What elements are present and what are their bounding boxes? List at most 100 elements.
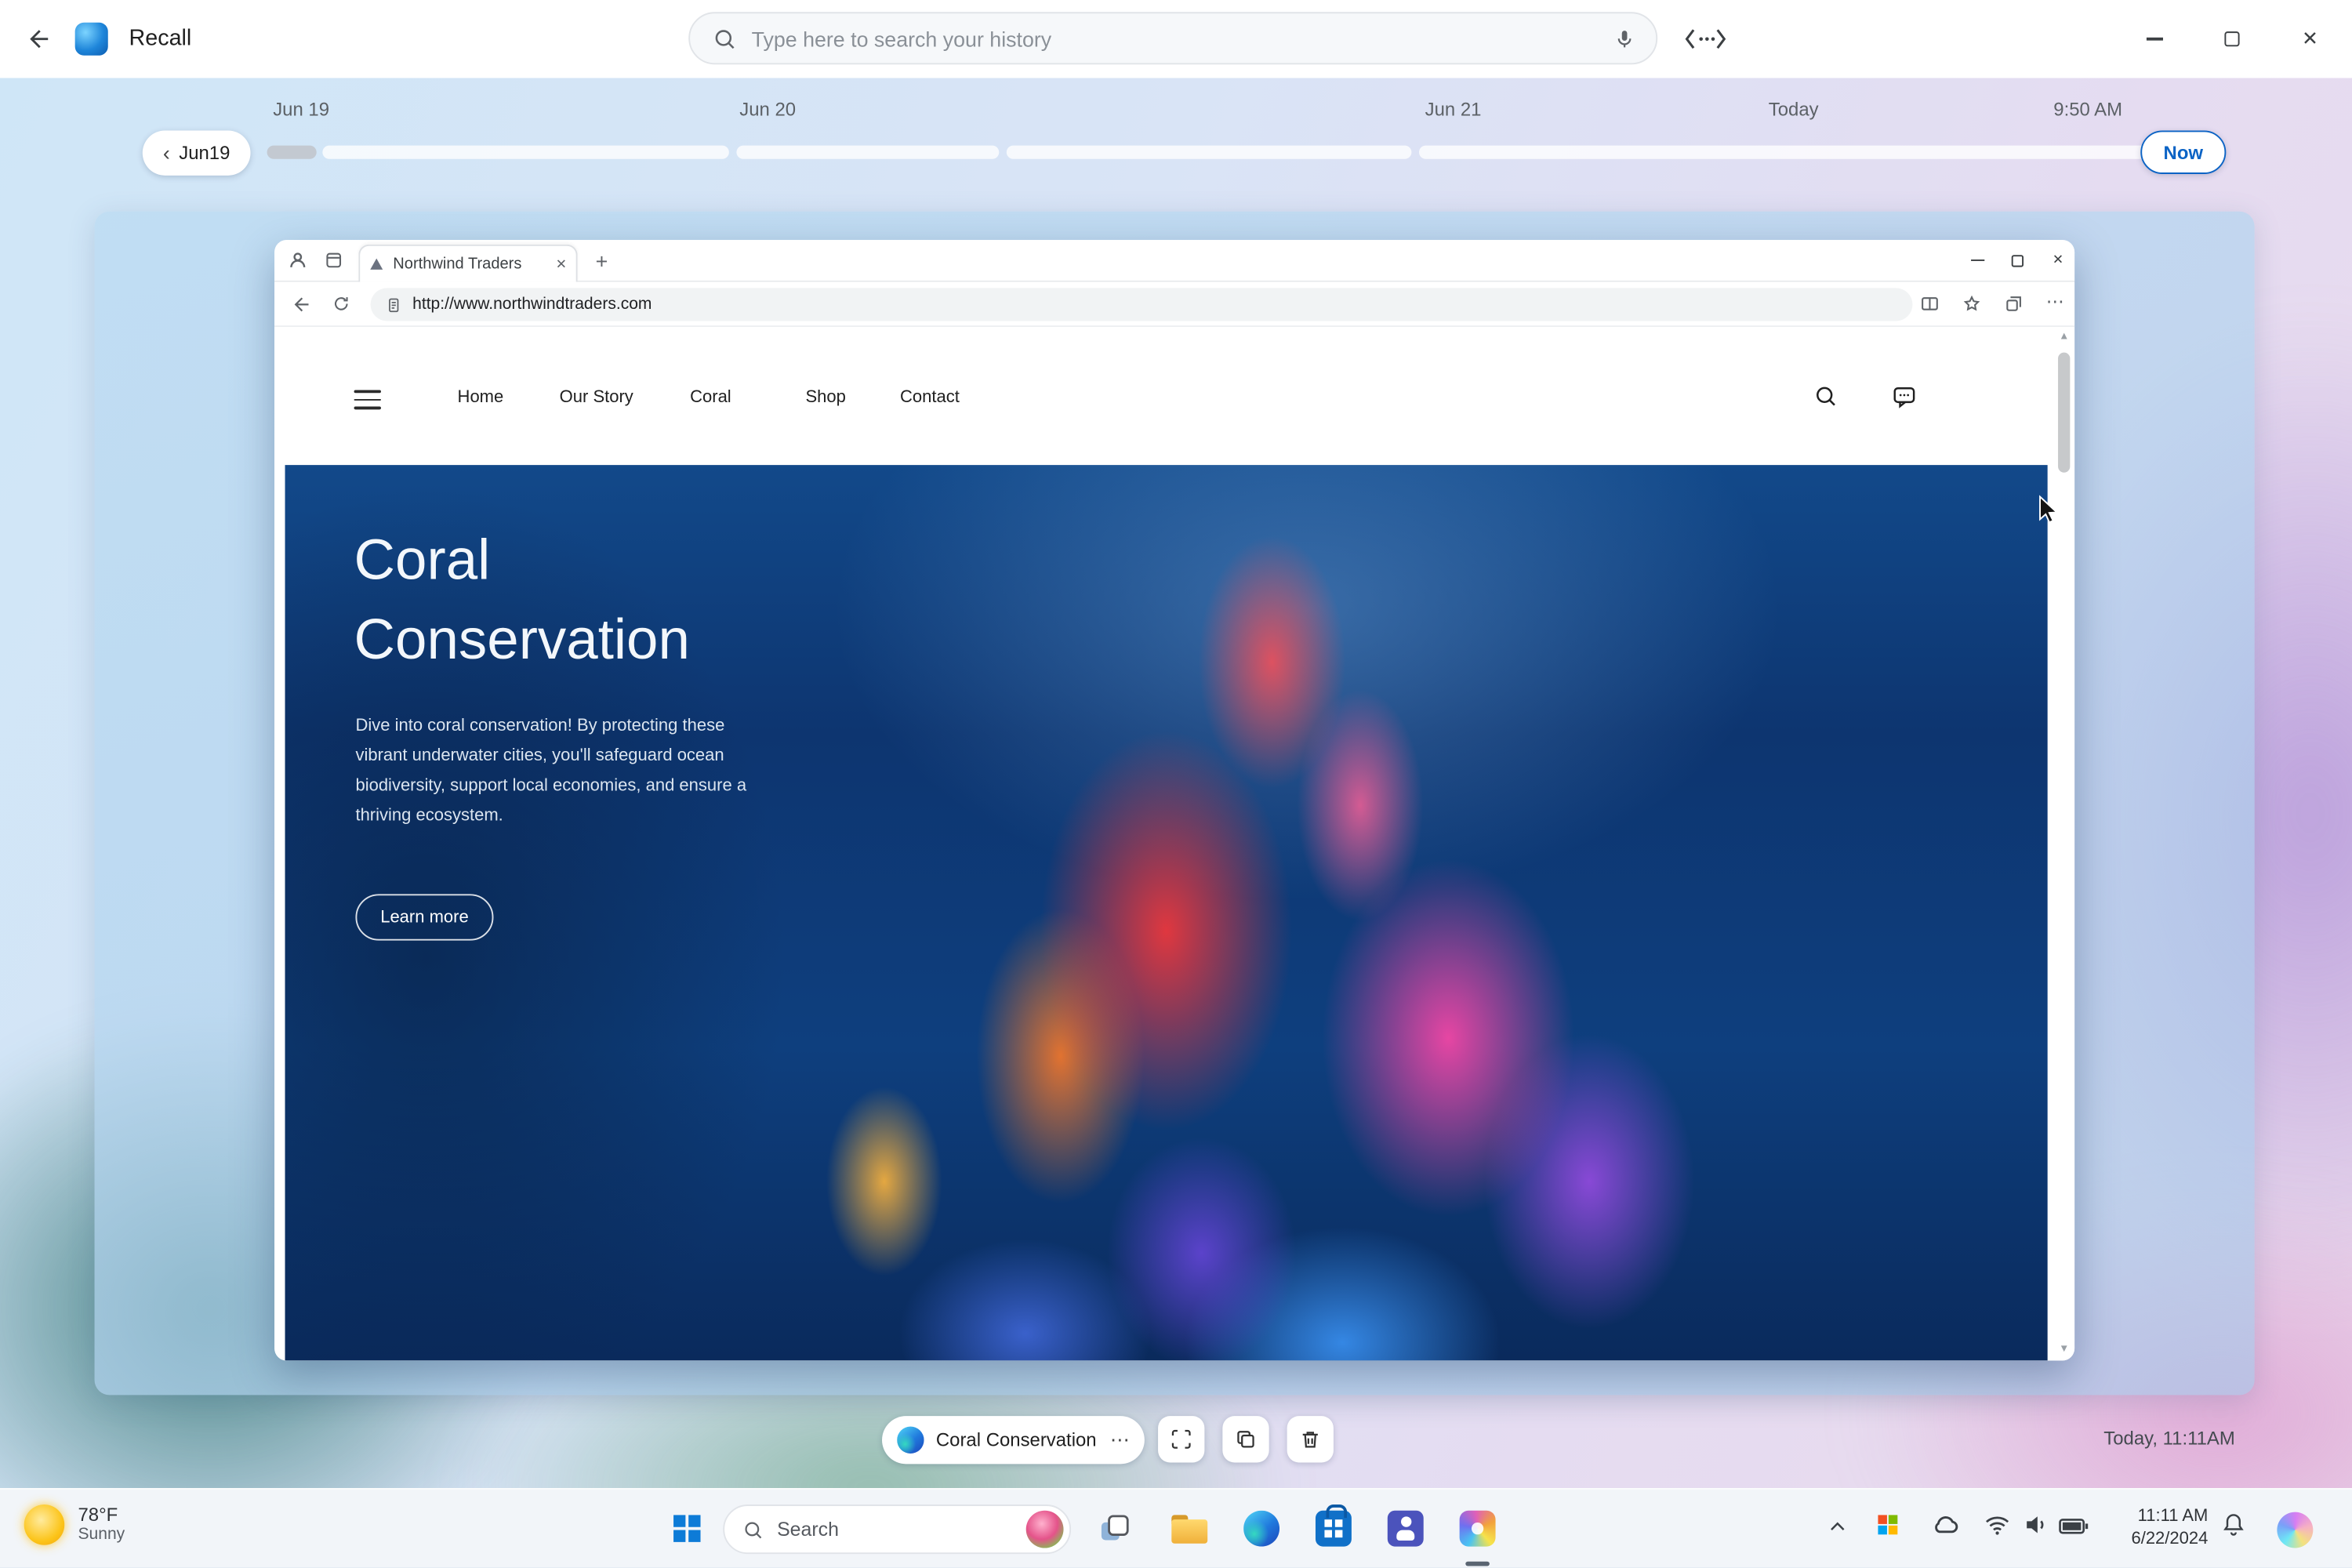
- url-text: http://www.northwindtraders.com: [412, 296, 652, 314]
- page-scrollbar[interactable]: ▲ ▼: [2055, 332, 2073, 1355]
- snapshot-source-pill[interactable]: Coral Conservation ⋯: [882, 1416, 1145, 1464]
- tab-actions-icon[interactable]: [324, 251, 343, 270]
- file-explorer-button[interactable]: [1160, 1498, 1220, 1559]
- browser-tab[interactable]: Northwind Traders ✕: [358, 245, 577, 282]
- profile-icon[interactable]: [286, 249, 309, 272]
- browser-settings-icon[interactable]: ⋯: [2046, 291, 2064, 312]
- nav-shop[interactable]: Shop: [805, 389, 845, 407]
- browser-back-icon[interactable]: [291, 294, 312, 315]
- search-input[interactable]: [752, 26, 1614, 50]
- page-info-icon[interactable]: [386, 296, 402, 313]
- timeline-now-button[interactable]: Now: [2140, 130, 2226, 173]
- window-maximize-button[interactable]: [2198, 0, 2267, 78]
- recall-app-button[interactable]: [1447, 1498, 1508, 1559]
- tab-close-icon[interactable]: ✕: [556, 256, 567, 272]
- hero-banner: Coral Conservation Dive into coral conse…: [285, 465, 2048, 1360]
- nav-contact[interactable]: Contact: [900, 389, 960, 407]
- edge-browser-window: Northwind Traders ✕ + ✕: [274, 240, 2074, 1360]
- edge-icon: [897, 1427, 924, 1454]
- snip-icon: [1170, 1428, 1192, 1450]
- maximize-icon: [2224, 31, 2239, 46]
- timeline-segment[interactable]: [1419, 146, 2161, 159]
- clock-widget[interactable]: 11:11 AM 6/22/2024: [2103, 1506, 2208, 1551]
- learn-more-button[interactable]: Learn more: [355, 894, 493, 940]
- browser-close-button[interactable]: ✕: [2037, 240, 2079, 281]
- browser-tab-strip: Northwind Traders ✕ + ✕: [274, 240, 2074, 282]
- tray-ms-icon[interactable]: [1878, 1515, 1897, 1534]
- copy-button[interactable]: [1222, 1416, 1269, 1462]
- snip-region-button[interactable]: [1158, 1416, 1204, 1462]
- back-button[interactable]: [18, 18, 60, 60]
- browser-minimize-button[interactable]: [1956, 240, 1998, 281]
- timeline-segment[interactable]: [267, 146, 317, 159]
- url-field[interactable]: http://www.northwindtraders.com: [371, 288, 1913, 321]
- start-button[interactable]: [657, 1498, 717, 1559]
- window-close-button[interactable]: ✕: [2275, 0, 2344, 78]
- favorites-star-icon[interactable]: [1962, 294, 1982, 314]
- scroll-up-icon[interactable]: ▲: [2055, 332, 2073, 342]
- timeline-date-label: Jun 19: [273, 99, 329, 120]
- recall-top-bar: Recall ✕: [0, 0, 2352, 78]
- wifi-icon[interactable]: [1983, 1511, 2011, 1539]
- minimize-icon: [1970, 260, 1984, 261]
- active-app-indicator: [1465, 1562, 1490, 1566]
- window-minimize-button[interactable]: [2119, 0, 2188, 78]
- taskbar-search-label: Search: [777, 1518, 1026, 1541]
- site-search-icon[interactable]: [1813, 384, 1838, 408]
- onedrive-cloud-icon[interactable]: [1930, 1511, 1960, 1541]
- browser-maximize-button[interactable]: [1997, 240, 2039, 281]
- collections-icon[interactable]: [2004, 294, 2024, 314]
- battery-icon[interactable]: [2058, 1514, 2089, 1540]
- browser-address-bar: http://www.northwindtraders.com ⋯: [274, 282, 2074, 327]
- edge-button[interactable]: [1232, 1498, 1292, 1559]
- chevron-left-icon: ‹: [163, 141, 170, 165]
- teams-button[interactable]: [1375, 1498, 1436, 1559]
- notification-bell-icon[interactable]: [2220, 1511, 2247, 1537]
- history-search-bar[interactable]: [688, 12, 1657, 64]
- scroll-down-icon[interactable]: ▼: [2055, 1344, 2073, 1354]
- volume-icon[interactable]: [2022, 1511, 2050, 1539]
- delete-button[interactable]: [1287, 1416, 1334, 1462]
- clock-date: 6/22/2024: [2103, 1529, 2208, 1552]
- copilot-button[interactable]: [2267, 1501, 2324, 1559]
- store-button[interactable]: [1304, 1498, 1364, 1559]
- taskbar-search-box[interactable]: Search: [723, 1504, 1071, 1554]
- task-view-button[interactable]: [1084, 1498, 1145, 1559]
- browser-refresh-icon[interactable]: [332, 294, 351, 314]
- timeline-segment[interactable]: [1007, 146, 1412, 159]
- split-screen-icon[interactable]: [1920, 294, 1940, 314]
- timeline-segment[interactable]: [736, 146, 999, 159]
- tray-chevron-up-icon[interactable]: [1827, 1516, 1848, 1537]
- search-icon: [742, 1519, 764, 1540]
- snapshot-card[interactable]: Northwind Traders ✕ + ✕: [95, 212, 2255, 1396]
- hero-description: Dive into coral conservation! By protect…: [355, 711, 763, 831]
- copy-icon: [1235, 1428, 1258, 1450]
- edge-icon: [1243, 1511, 1279, 1547]
- search-icon: [713, 26, 737, 50]
- recall-logo-icon: [75, 23, 108, 56]
- task-view-icon: [1098, 1512, 1131, 1545]
- nav-home[interactable]: Home: [458, 389, 504, 407]
- now-label: Now: [2164, 142, 2203, 163]
- taskbar: 78°F Sunny Search: [0, 1488, 2352, 1567]
- timeline-segment[interactable]: [322, 146, 729, 159]
- trash-icon: [1299, 1428, 1322, 1450]
- hamburger-menu-icon[interactable]: [354, 390, 381, 409]
- search-highlight-image[interactable]: [1026, 1511, 1064, 1548]
- timeline-date-label: Jun 20: [739, 99, 796, 120]
- nav-coral[interactable]: Coral: [690, 389, 731, 407]
- sun-icon: [24, 1504, 65, 1545]
- new-tab-button[interactable]: +: [596, 249, 608, 274]
- weather-widget[interactable]: 78°F Sunny: [24, 1504, 125, 1545]
- code-more-icon[interactable]: [1680, 24, 1731, 54]
- timeline-time-label: 9:50 AM: [2053, 99, 2122, 120]
- nav-our-story[interactable]: Our Story: [560, 389, 633, 407]
- webpage: Home Our Story Coral Shop Contact Coral: [274, 327, 2074, 1360]
- microphone-icon[interactable]: [1614, 27, 1635, 49]
- teams-icon: [1388, 1511, 1424, 1547]
- weather-condition: Sunny: [78, 1526, 125, 1545]
- timeline-jump-back-button[interactable]: ‹ Jun19: [143, 130, 251, 175]
- site-chat-icon[interactable]: [1892, 384, 1918, 410]
- scrollbar-thumb[interactable]: [2058, 353, 2070, 473]
- snapshot-more-icon[interactable]: ⋯: [1110, 1428, 1130, 1452]
